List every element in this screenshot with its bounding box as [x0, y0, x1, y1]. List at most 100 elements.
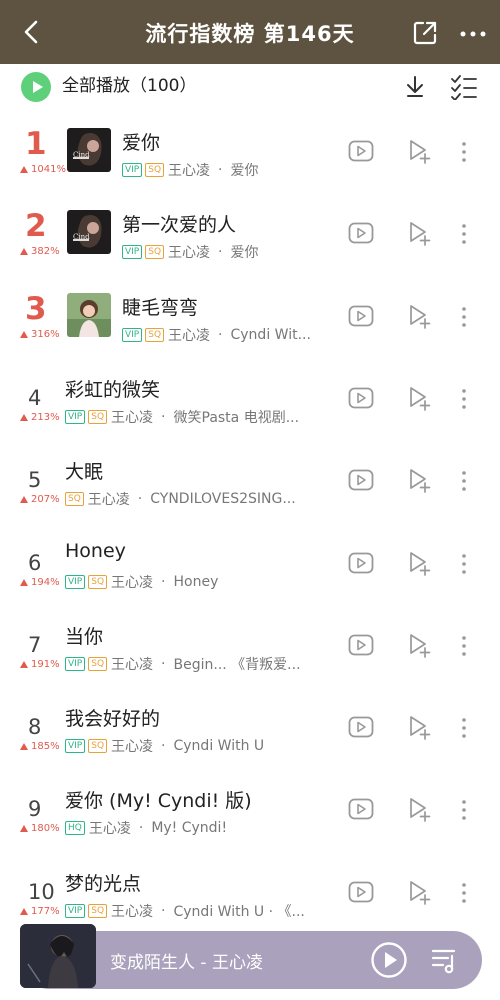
more-vertical-icon[interactable] — [458, 387, 470, 411]
song-row[interactable]: 6 194% Honey VIP SQ 王心凌 · Honey — [0, 522, 500, 604]
sq-badge: SQ — [145, 327, 165, 342]
play-video-icon[interactable] — [348, 798, 374, 820]
meta-separator: · — [218, 326, 223, 343]
album-cover[interactable] — [67, 292, 111, 337]
play-pause-icon[interactable] — [370, 941, 408, 979]
song-row[interactable]: 3 316% 睫毛弯弯 VIP SQ 王心凌 · Cyndi Wit... — [0, 275, 500, 357]
now-playing-title[interactable]: 变成陌生人 - 王心凌 — [110, 948, 263, 973]
meta-separator: · — [138, 820, 144, 837]
more-vertical-icon[interactable] — [458, 305, 470, 329]
more-vertical-icon[interactable] — [458, 881, 470, 905]
trend-up-icon — [20, 166, 28, 173]
more-vertical-icon[interactable] — [458, 140, 470, 164]
add-to-playlist-icon[interactable] — [406, 879, 432, 905]
svg-text:Cind: Cind — [73, 151, 90, 159]
meta-separator: · — [161, 738, 166, 755]
song-row[interactable]: 2 382% Cind 第一次爱的人 VIP SQ 王心凌 · 爱你 — [0, 192, 500, 274]
album-name: Honey — [173, 573, 219, 590]
play-video-icon[interactable] — [348, 716, 374, 738]
album-name: Cyndi With U · 《... — [173, 903, 305, 920]
play-video-icon[interactable] — [348, 469, 374, 491]
add-to-playlist-icon[interactable] — [406, 385, 432, 411]
song-row[interactable]: 5 207% 大眠 SQ 王心凌 · CYNDILOVES2SING... — [0, 439, 500, 521]
download-icon[interactable] — [402, 74, 428, 100]
song-title[interactable]: 梦的光点 — [65, 869, 141, 896]
share-icon[interactable] — [412, 20, 438, 46]
now-playing-cover[interactable] — [20, 924, 96, 988]
meta-separator: · — [218, 162, 223, 178]
add-to-playlist-icon[interactable] — [406, 138, 432, 164]
song-meta: VIP SQ 王心凌 · Cyndi With U — [65, 736, 340, 756]
add-to-playlist-icon[interactable] — [406, 632, 432, 658]
sq-badge: SQ — [145, 245, 165, 260]
play-video-icon[interactable] — [348, 634, 374, 656]
mini-player[interactable]: 变成陌生人 - 王心凌 — [20, 924, 482, 989]
song-title[interactable]: 爱你 (My! Cyndi! 版) — [65, 786, 252, 813]
play-video-icon[interactable] — [348, 305, 374, 327]
rank-number: 9 — [28, 797, 42, 822]
play-video-icon[interactable] — [348, 387, 374, 409]
song-meta: VIP SQ 王心凌 · Cyndi With U · 《... — [65, 901, 340, 921]
song-row[interactable]: 4 213% 彩虹的微笑 VIP SQ 王心凌 · 微笑Pasta 电视剧... — [0, 357, 500, 439]
album-name: Cyndi With U — [173, 738, 265, 755]
album-cover[interactable]: Cind — [67, 210, 111, 255]
add-to-playlist-icon[interactable] — [406, 303, 432, 329]
multi-select-icon[interactable] — [450, 74, 478, 100]
play-video-icon[interactable] — [348, 140, 374, 162]
sq-badge: SQ — [88, 903, 108, 918]
vip-badge: VIP — [65, 656, 86, 671]
song-title[interactable]: 我会好好的 — [65, 704, 160, 731]
trend-up-icon — [20, 248, 28, 256]
add-to-playlist-icon[interactable] — [406, 550, 432, 576]
trend-indicator: 191% — [20, 659, 60, 670]
meta-separator: · — [161, 573, 166, 590]
trend-percent: 207% — [31, 494, 60, 506]
more-vertical-icon[interactable] — [458, 634, 470, 658]
play-video-icon[interactable] — [348, 222, 374, 244]
more-vertical-icon[interactable] — [458, 798, 470, 822]
add-to-playlist-icon[interactable] — [406, 714, 432, 740]
song-meta: VIP SQ 王心凌 · 微笑Pasta 电视剧... — [65, 407, 340, 427]
song-meta: VIP SQ 王心凌 · Honey — [65, 572, 340, 592]
song-title[interactable]: 睫毛弯弯 — [122, 293, 198, 320]
song-title[interactable]: 第一次爱的人 — [122, 210, 236, 237]
rank-number: 1 — [25, 126, 47, 162]
song-title[interactable]: Honey — [65, 540, 126, 562]
top-bar: 流行指数榜 第146天 — [0, 0, 500, 64]
meta-separator: · — [161, 408, 166, 425]
add-to-playlist-icon[interactable] — [406, 220, 432, 247]
play-video-icon[interactable] — [348, 552, 374, 574]
song-meta: VIP SQ 王心凌 · 爱你 — [122, 160, 337, 180]
artist-name: 王心凌 — [88, 821, 131, 838]
song-title[interactable]: 彩虹的微笑 — [65, 375, 160, 402]
play-all-label[interactable]: 全部播放（100） — [62, 74, 196, 98]
song-row[interactable]: 1 1041% Cind 爱你 VIP SQ 王心凌 · 爱你 — [0, 110, 500, 192]
play-all-button[interactable] — [21, 72, 51, 102]
trend-indicator: 207% — [20, 494, 60, 505]
sq-badge: SQ — [88, 574, 108, 589]
song-title[interactable]: 爱你 — [122, 128, 160, 155]
song-row[interactable]: 9 180% 爱你 (My! Cyndi! 版) HQ 王心凌 · My! Cyndi! — [0, 768, 500, 850]
album-cover[interactable]: Cind — [67, 128, 111, 172]
song-title[interactable]: 当你 — [65, 622, 103, 649]
more-options-icon[interactable] — [458, 22, 488, 46]
add-to-playlist-icon[interactable] — [406, 467, 432, 494]
playlist-icon[interactable] — [430, 945, 460, 975]
song-meta: SQ 王心凌 · CYNDILOVES2SING... — [65, 489, 340, 509]
more-vertical-icon[interactable] — [458, 552, 470, 576]
meta-separator: · — [218, 244, 223, 261]
add-to-playlist-icon[interactable] — [406, 796, 432, 823]
album-name: Cyndi Wit... — [230, 326, 311, 343]
song-row[interactable]: 8 185% 我会好好的 VIP SQ 王心凌 · Cyndi With U — [0, 686, 500, 768]
sq-badge: SQ — [88, 656, 108, 671]
song-row[interactable]: 7 191% 当你 VIP SQ 王心凌 · Begin... 《背叛爱... — [0, 604, 500, 686]
meta-separator: · — [137, 491, 143, 508]
artist-name: 王心凌 — [111, 903, 154, 920]
more-vertical-icon[interactable] — [458, 469, 470, 493]
song-title[interactable]: 大眠 — [65, 457, 103, 484]
album-name: 爱你 — [230, 163, 259, 179]
more-vertical-icon[interactable] — [458, 716, 470, 740]
more-vertical-icon[interactable] — [458, 222, 470, 246]
play-video-icon[interactable] — [348, 881, 374, 903]
trend-up-icon — [20, 413, 28, 421]
